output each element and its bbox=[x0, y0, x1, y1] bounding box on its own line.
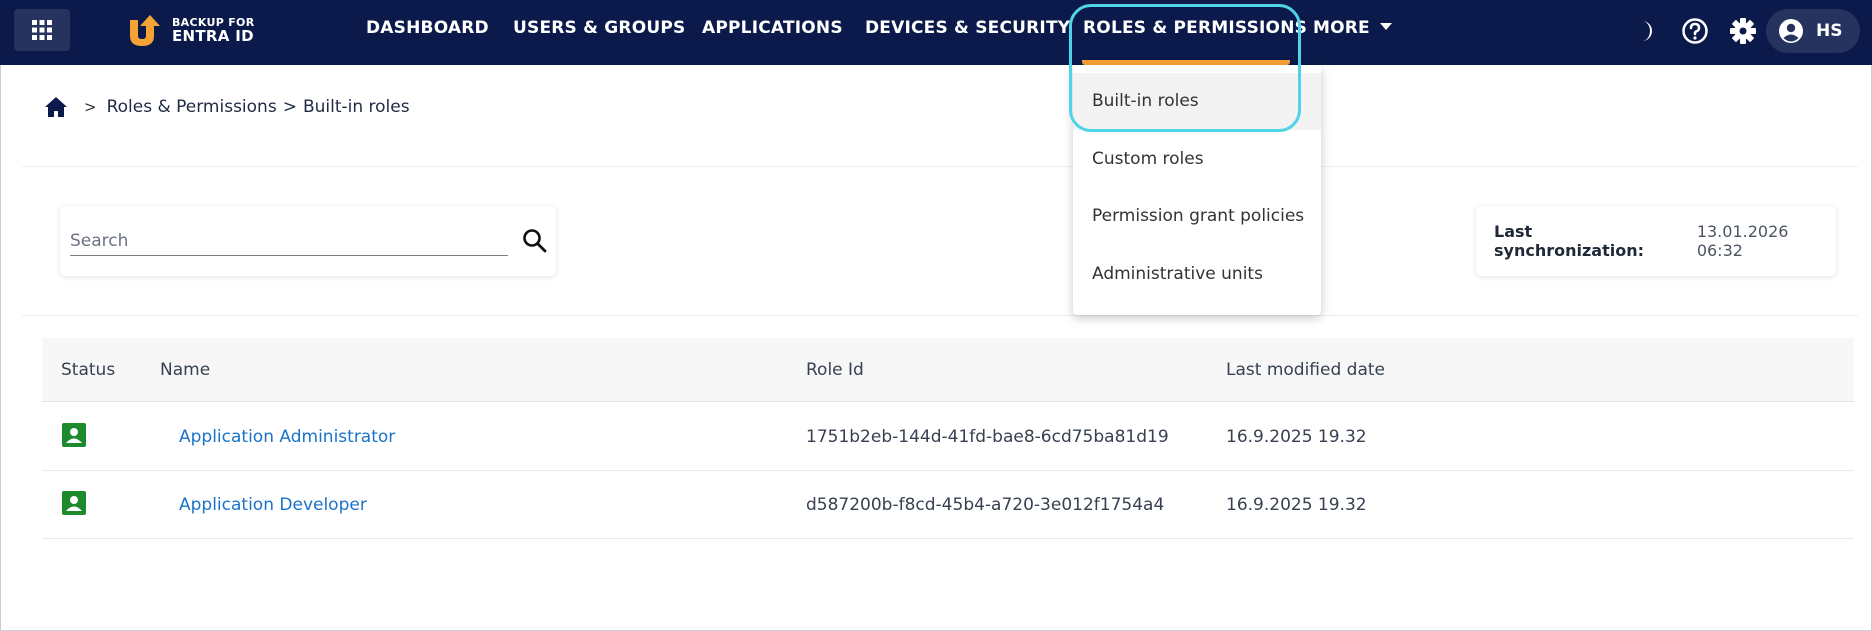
table-row[interactable]: Application Administrator 1751b2eb-144d-… bbox=[42, 403, 1854, 471]
nav-users-groups[interactable]: USERS & GROUPS bbox=[513, 18, 685, 38]
apps-grid-icon bbox=[32, 20, 52, 40]
menu-item-built-in-roles[interactable]: Built-in roles bbox=[1073, 73, 1321, 130]
role-id: d587200b-f8cd-45b4-a720-3e012f1754a4 bbox=[806, 495, 1165, 515]
apps-grid-button[interactable] bbox=[14, 9, 70, 51]
gear-icon bbox=[1730, 18, 1756, 44]
user-initials: HS bbox=[1816, 21, 1843, 41]
roles-permissions-dropdown: Built-in roles Custom roles Permission g… bbox=[1073, 65, 1321, 315]
menu-item-administrative-units[interactable]: Administrative units bbox=[1073, 246, 1321, 303]
role-status-icon bbox=[62, 491, 86, 515]
nav-roles-permissions[interactable]: ROLES & PERMISSIONS bbox=[1083, 18, 1307, 38]
breadcrumb-roles-permissions[interactable]: Roles & Permissions bbox=[107, 97, 277, 117]
nav-devices-security[interactable]: DEVICES & SECURITY bbox=[865, 18, 1070, 38]
column-header-name[interactable]: Name bbox=[160, 360, 210, 380]
table-header: Status Name Role Id Last modified date bbox=[42, 338, 1854, 402]
column-header-status[interactable]: Status bbox=[61, 360, 115, 380]
last-sync-label: Last synchronization: bbox=[1494, 222, 1644, 260]
role-name-link[interactable]: Application Administrator bbox=[179, 427, 395, 447]
user-menu-button[interactable]: HS bbox=[1766, 9, 1860, 53]
search-icon[interactable] bbox=[522, 228, 548, 254]
last-modified-date: 16.9.2025 19.32 bbox=[1226, 495, 1367, 515]
card-divider bbox=[22, 315, 1858, 316]
settings-button[interactable] bbox=[1728, 16, 1758, 46]
backup-arrow-logo-icon bbox=[130, 15, 160, 46]
menu-item-custom-roles[interactable]: Custom roles bbox=[1073, 131, 1321, 188]
last-modified-date: 16.9.2025 19.32 bbox=[1226, 427, 1367, 447]
home-icon[interactable] bbox=[44, 96, 68, 118]
column-header-last-modified[interactable]: Last modified date bbox=[1226, 360, 1385, 380]
top-navigation-bar: BACKUP FOR ENTRA ID DASHBOARD USERS & GR… bbox=[0, 0, 1872, 65]
account-circle-icon bbox=[1779, 19, 1803, 43]
last-sync-panel: Last synchronization: 13.01.2026 06:32 bbox=[1476, 206, 1836, 276]
role-name-link[interactable]: Application Developer bbox=[179, 495, 367, 515]
menu-item-permission-grant-policies[interactable]: Permission grant policies bbox=[1073, 188, 1321, 245]
app-logo[interactable]: BACKUP FOR ENTRA ID bbox=[126, 12, 254, 50]
nav-applications[interactable]: APPLICATIONS bbox=[702, 18, 843, 38]
last-sync-value: 13.01.2026 06:32 bbox=[1696, 222, 1789, 260]
role-id: 1751b2eb-144d-41fd-bae8-6cd75ba81d19 bbox=[806, 427, 1169, 447]
table-row[interactable]: Application Developer d587200b-f8cd-45b4… bbox=[42, 471, 1854, 539]
nav-more[interactable]: MORE bbox=[1313, 18, 1392, 38]
breadcrumb-separator: > bbox=[84, 98, 97, 116]
nav-dashboard[interactable]: DASHBOARD bbox=[366, 18, 489, 38]
logo-line-2: ENTRA ID bbox=[172, 26, 254, 45]
column-header-role-id[interactable]: Role Id bbox=[806, 360, 864, 380]
moon-icon bbox=[1642, 21, 1652, 41]
role-status-icon bbox=[62, 423, 86, 447]
search-container bbox=[60, 206, 556, 276]
breadcrumb: > Roles & Permissions > Built-in roles bbox=[44, 96, 410, 118]
help-icon bbox=[1682, 18, 1708, 44]
dark-mode-toggle[interactable] bbox=[1630, 16, 1660, 46]
nav-more-label: MORE bbox=[1313, 18, 1370, 38]
help-button[interactable] bbox=[1680, 16, 1710, 46]
caret-down-icon bbox=[1379, 22, 1392, 30]
search-input[interactable] bbox=[70, 226, 508, 256]
breadcrumb-separator: > bbox=[282, 97, 297, 117]
breadcrumb-current: Built-in roles bbox=[302, 97, 410, 117]
